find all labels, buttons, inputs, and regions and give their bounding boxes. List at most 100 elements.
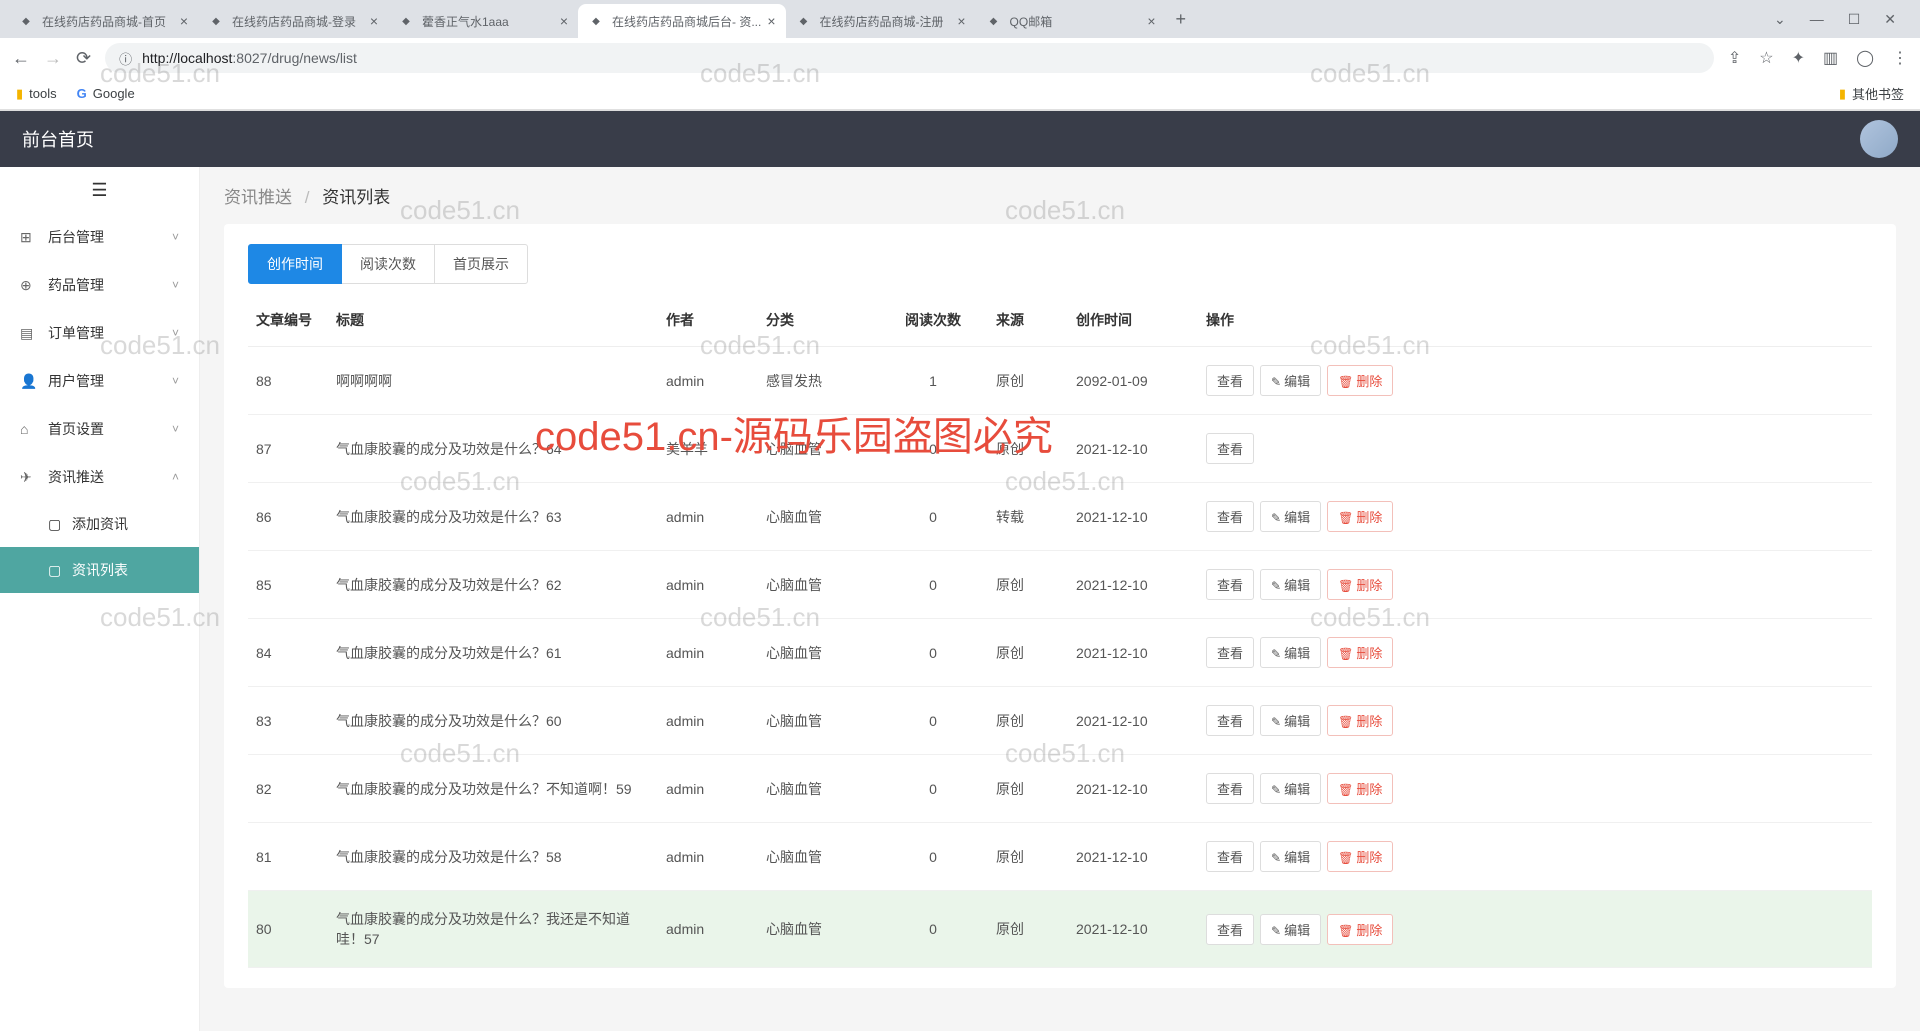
table-row: 87 气血康胶囊的成分及功效是什么？64 美羊羊 心脑血管 0 原创 2021-… xyxy=(248,415,1872,483)
sidebar-item[interactable]: ⊕药品管理˅ xyxy=(0,261,199,309)
doc-icon: ▢ xyxy=(48,562,62,579)
trash-icon: 🗑 xyxy=(1338,715,1353,729)
edit-button[interactable]: ✎编辑 xyxy=(1260,569,1321,600)
tab-close-icon[interactable]: × xyxy=(370,13,378,29)
app-header: 前台首页 xyxy=(0,111,1920,167)
view-button[interactable]: 查看 xyxy=(1206,569,1254,600)
share-icon[interactable]: ⇪ xyxy=(1728,48,1741,68)
dropdown-icon[interactable]: ⌄ xyxy=(1774,11,1786,28)
edit-button[interactable]: ✎编辑 xyxy=(1260,705,1321,736)
cell-category: 心脑血管 xyxy=(758,823,878,891)
edit-button[interactable]: ✎编辑 xyxy=(1260,914,1321,945)
view-button[interactable]: 查看 xyxy=(1206,773,1254,804)
sidebar-subitem[interactable]: ▢添加资讯 xyxy=(0,501,199,547)
delete-button[interactable]: 🗑删除 xyxy=(1327,914,1393,945)
close-window-icon[interactable]: ✕ xyxy=(1884,11,1896,28)
header-title[interactable]: 前台首页 xyxy=(22,126,94,152)
bookmark-tools[interactable]: ▮tools xyxy=(16,86,57,102)
cell-reads: 1 xyxy=(878,347,988,415)
avatar[interactable] xyxy=(1860,120,1898,158)
browser-tab[interactable]: ◆ 在线药店药品商城-首页 × xyxy=(8,4,198,38)
bookmark-google[interactable]: GGoogle xyxy=(77,86,135,101)
trash-icon: 🗑 xyxy=(1338,511,1353,525)
breadcrumb-parent[interactable]: 资讯推送 xyxy=(224,188,292,207)
profile-icon[interactable]: ◯ xyxy=(1856,48,1874,68)
view-button[interactable]: 查看 xyxy=(1206,637,1254,668)
edit-button[interactable]: ✎编辑 xyxy=(1260,365,1321,396)
browser-tab[interactable]: ◆在线药店药品商城-注册× xyxy=(786,4,976,38)
browser-tab[interactable]: ◆QQ邮箱× xyxy=(976,4,1166,38)
delete-button[interactable]: 🗑删除 xyxy=(1327,501,1393,532)
edit-icon: ✎ xyxy=(1271,511,1281,525)
filter-tab[interactable]: 阅读次数 xyxy=(341,244,435,284)
delete-button[interactable]: 🗑删除 xyxy=(1327,705,1393,736)
delete-button[interactable]: 🗑删除 xyxy=(1327,637,1393,668)
view-button[interactable]: 查看 xyxy=(1206,501,1254,532)
delete-button[interactable]: 🗑删除 xyxy=(1327,773,1393,804)
star-icon[interactable]: ☆ xyxy=(1759,48,1773,68)
sidepanel-icon[interactable]: ▥ xyxy=(1823,48,1838,68)
browser-tab[interactable]: ◆在线药店药品商城-登录× xyxy=(198,4,388,38)
col-actions: 操作 xyxy=(1198,294,1872,347)
new-tab-button[interactable]: + xyxy=(1166,9,1197,30)
tab-title: 在线药店药品商城-首页 xyxy=(42,13,174,30)
col-category: 分类 xyxy=(758,294,878,347)
cell-actions: 查看✎编辑🗑删除 xyxy=(1198,891,1872,968)
sidebar-item[interactable]: ▤订单管理˅ xyxy=(0,309,199,357)
news-table: 文章编号 标题 作者 分类 阅读次数 来源 创作时间 操作 88 啊啊啊啊 ad… xyxy=(248,294,1872,968)
trash-icon: 🗑 xyxy=(1338,579,1353,593)
tab-close-icon[interactable]: × xyxy=(180,13,188,29)
delete-button[interactable]: 🗑删除 xyxy=(1327,841,1393,872)
menu-icon[interactable]: ⋮ xyxy=(1892,48,1908,68)
chevron-down-icon: ˅ xyxy=(172,326,179,340)
minimize-icon[interactable]: — xyxy=(1810,11,1824,28)
sidebar-icon: ⊞ xyxy=(20,229,36,246)
browser-tab[interactable]: ◆藿香正气水1aaa× xyxy=(388,4,578,38)
cell-id: 85 xyxy=(248,551,328,619)
edit-button[interactable]: ✎编辑 xyxy=(1260,773,1321,804)
url-input[interactable]: ⓘ http://localhost:8027/drug/news/list xyxy=(105,43,1714,73)
filter-tab[interactable]: 创作时间 xyxy=(248,244,342,284)
delete-button[interactable]: 🗑删除 xyxy=(1327,365,1393,396)
sidebar-item[interactable]: 👤用户管理˅ xyxy=(0,357,199,405)
cell-author: admin xyxy=(658,687,758,755)
edit-button[interactable]: ✎编辑 xyxy=(1260,501,1321,532)
sidebar-item[interactable]: ✈资讯推送˄ xyxy=(0,453,199,501)
sidebar-item[interactable]: ⌂首页设置˅ xyxy=(0,405,199,453)
back-icon[interactable]: ← xyxy=(12,48,30,69)
extensions-icon[interactable]: ✦ xyxy=(1792,48,1805,68)
view-button[interactable]: 查看 xyxy=(1206,433,1254,464)
delete-button[interactable]: 🗑删除 xyxy=(1327,569,1393,600)
sidebar-item-label: 订单管理 xyxy=(48,323,104,343)
cell-id: 86 xyxy=(248,483,328,551)
edit-button[interactable]: ✎编辑 xyxy=(1260,637,1321,668)
chevron-down-icon: ˅ xyxy=(172,230,179,244)
other-bookmarks[interactable]: ▮其他书签 xyxy=(1839,84,1904,103)
reload-icon[interactable]: ⟳ xyxy=(76,48,91,69)
cell-actions: 查看 xyxy=(1198,415,1872,483)
tab-close-icon[interactable]: × xyxy=(560,13,568,29)
browser-tab[interactable]: ◆在线药店药品商城后台- 资...× xyxy=(578,4,786,38)
view-button[interactable]: 查看 xyxy=(1206,841,1254,872)
cell-category: 心脑血管 xyxy=(758,551,878,619)
view-button[interactable]: 查看 xyxy=(1206,914,1254,945)
favicon-icon: ◆ xyxy=(18,13,34,29)
sidebar-collapse-icon[interactable]: ☰ xyxy=(0,167,199,213)
maximize-icon[interactable]: ☐ xyxy=(1848,11,1861,28)
cell-author: admin xyxy=(658,755,758,823)
tab-title: 在线药店药品商城后台- 资... xyxy=(612,13,761,30)
edit-icon: ✎ xyxy=(1271,579,1281,593)
view-button[interactable]: 查看 xyxy=(1206,365,1254,396)
edit-button[interactable]: ✎编辑 xyxy=(1260,841,1321,872)
site-info-icon[interactable]: ⓘ xyxy=(119,49,132,68)
sidebar-subitem[interactable]: ▢资讯列表 xyxy=(0,547,199,593)
view-button[interactable]: 查看 xyxy=(1206,705,1254,736)
tab-close-icon[interactable]: × xyxy=(957,13,965,29)
sidebar-item[interactable]: ⊞后台管理˅ xyxy=(0,213,199,261)
forward-icon[interactable]: → xyxy=(44,48,62,69)
tab-close-icon[interactable]: × xyxy=(1147,13,1155,29)
filter-tab[interactable]: 首页展示 xyxy=(434,244,528,284)
col-id: 文章编号 xyxy=(248,294,328,347)
cell-title: 气血康胶囊的成分及功效是什么？63 xyxy=(328,483,658,551)
tab-close-icon[interactable]: × xyxy=(767,13,775,29)
